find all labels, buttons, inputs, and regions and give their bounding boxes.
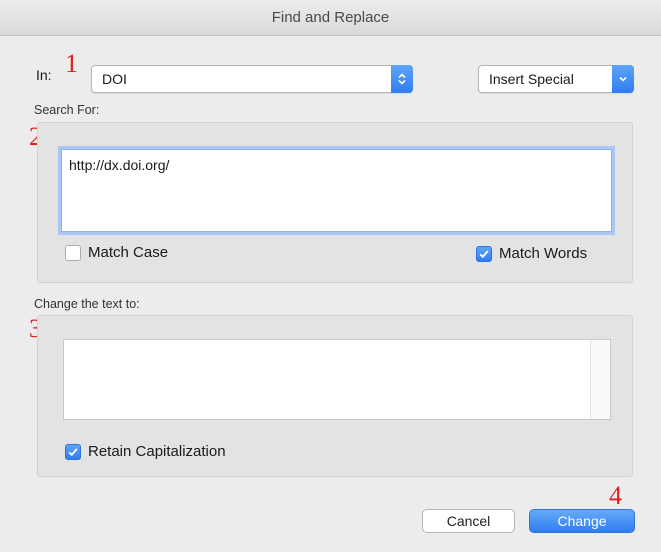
up-down-chevrons-icon [391,65,413,93]
change-text-scrollbar[interactable] [590,340,610,419]
checkmark-icon [479,250,489,259]
title-bar: Find and Replace [0,0,661,36]
retain-capitalization-checkbox[interactable] [65,444,81,460]
match-case-checkbox[interactable] [65,245,81,261]
window-title: Find and Replace [271,9,390,26]
retain-capitalization-label: Retain Capitalization [88,443,226,460]
in-popup[interactable]: DOI [91,65,413,93]
search-input-value: http://dx.doi.org/ [69,157,170,173]
match-case-label: Match Case [88,244,169,261]
change-text-input[interactable] [63,339,611,420]
change-text-label: Change the text to: [34,297,140,311]
insert-special-label: Insert Special [489,71,574,87]
chevron-down-icon [612,65,634,93]
search-input[interactable]: http://dx.doi.org/ [61,149,612,232]
insert-special-popup[interactable]: Insert Special [478,65,634,93]
change-button[interactable]: Change [529,509,635,533]
in-popup-value: DOI [102,71,127,87]
annotation-4: 4 [609,481,622,510]
search-for-label: Search For: [34,103,100,117]
checkmark-icon [68,448,78,457]
cancel-button[interactable]: Cancel [422,509,515,533]
match-words-checkbox[interactable] [476,246,492,262]
match-words-label: Match Words [499,245,588,262]
in-label: In: [36,67,52,83]
annotation-1: 1 [65,49,78,78]
